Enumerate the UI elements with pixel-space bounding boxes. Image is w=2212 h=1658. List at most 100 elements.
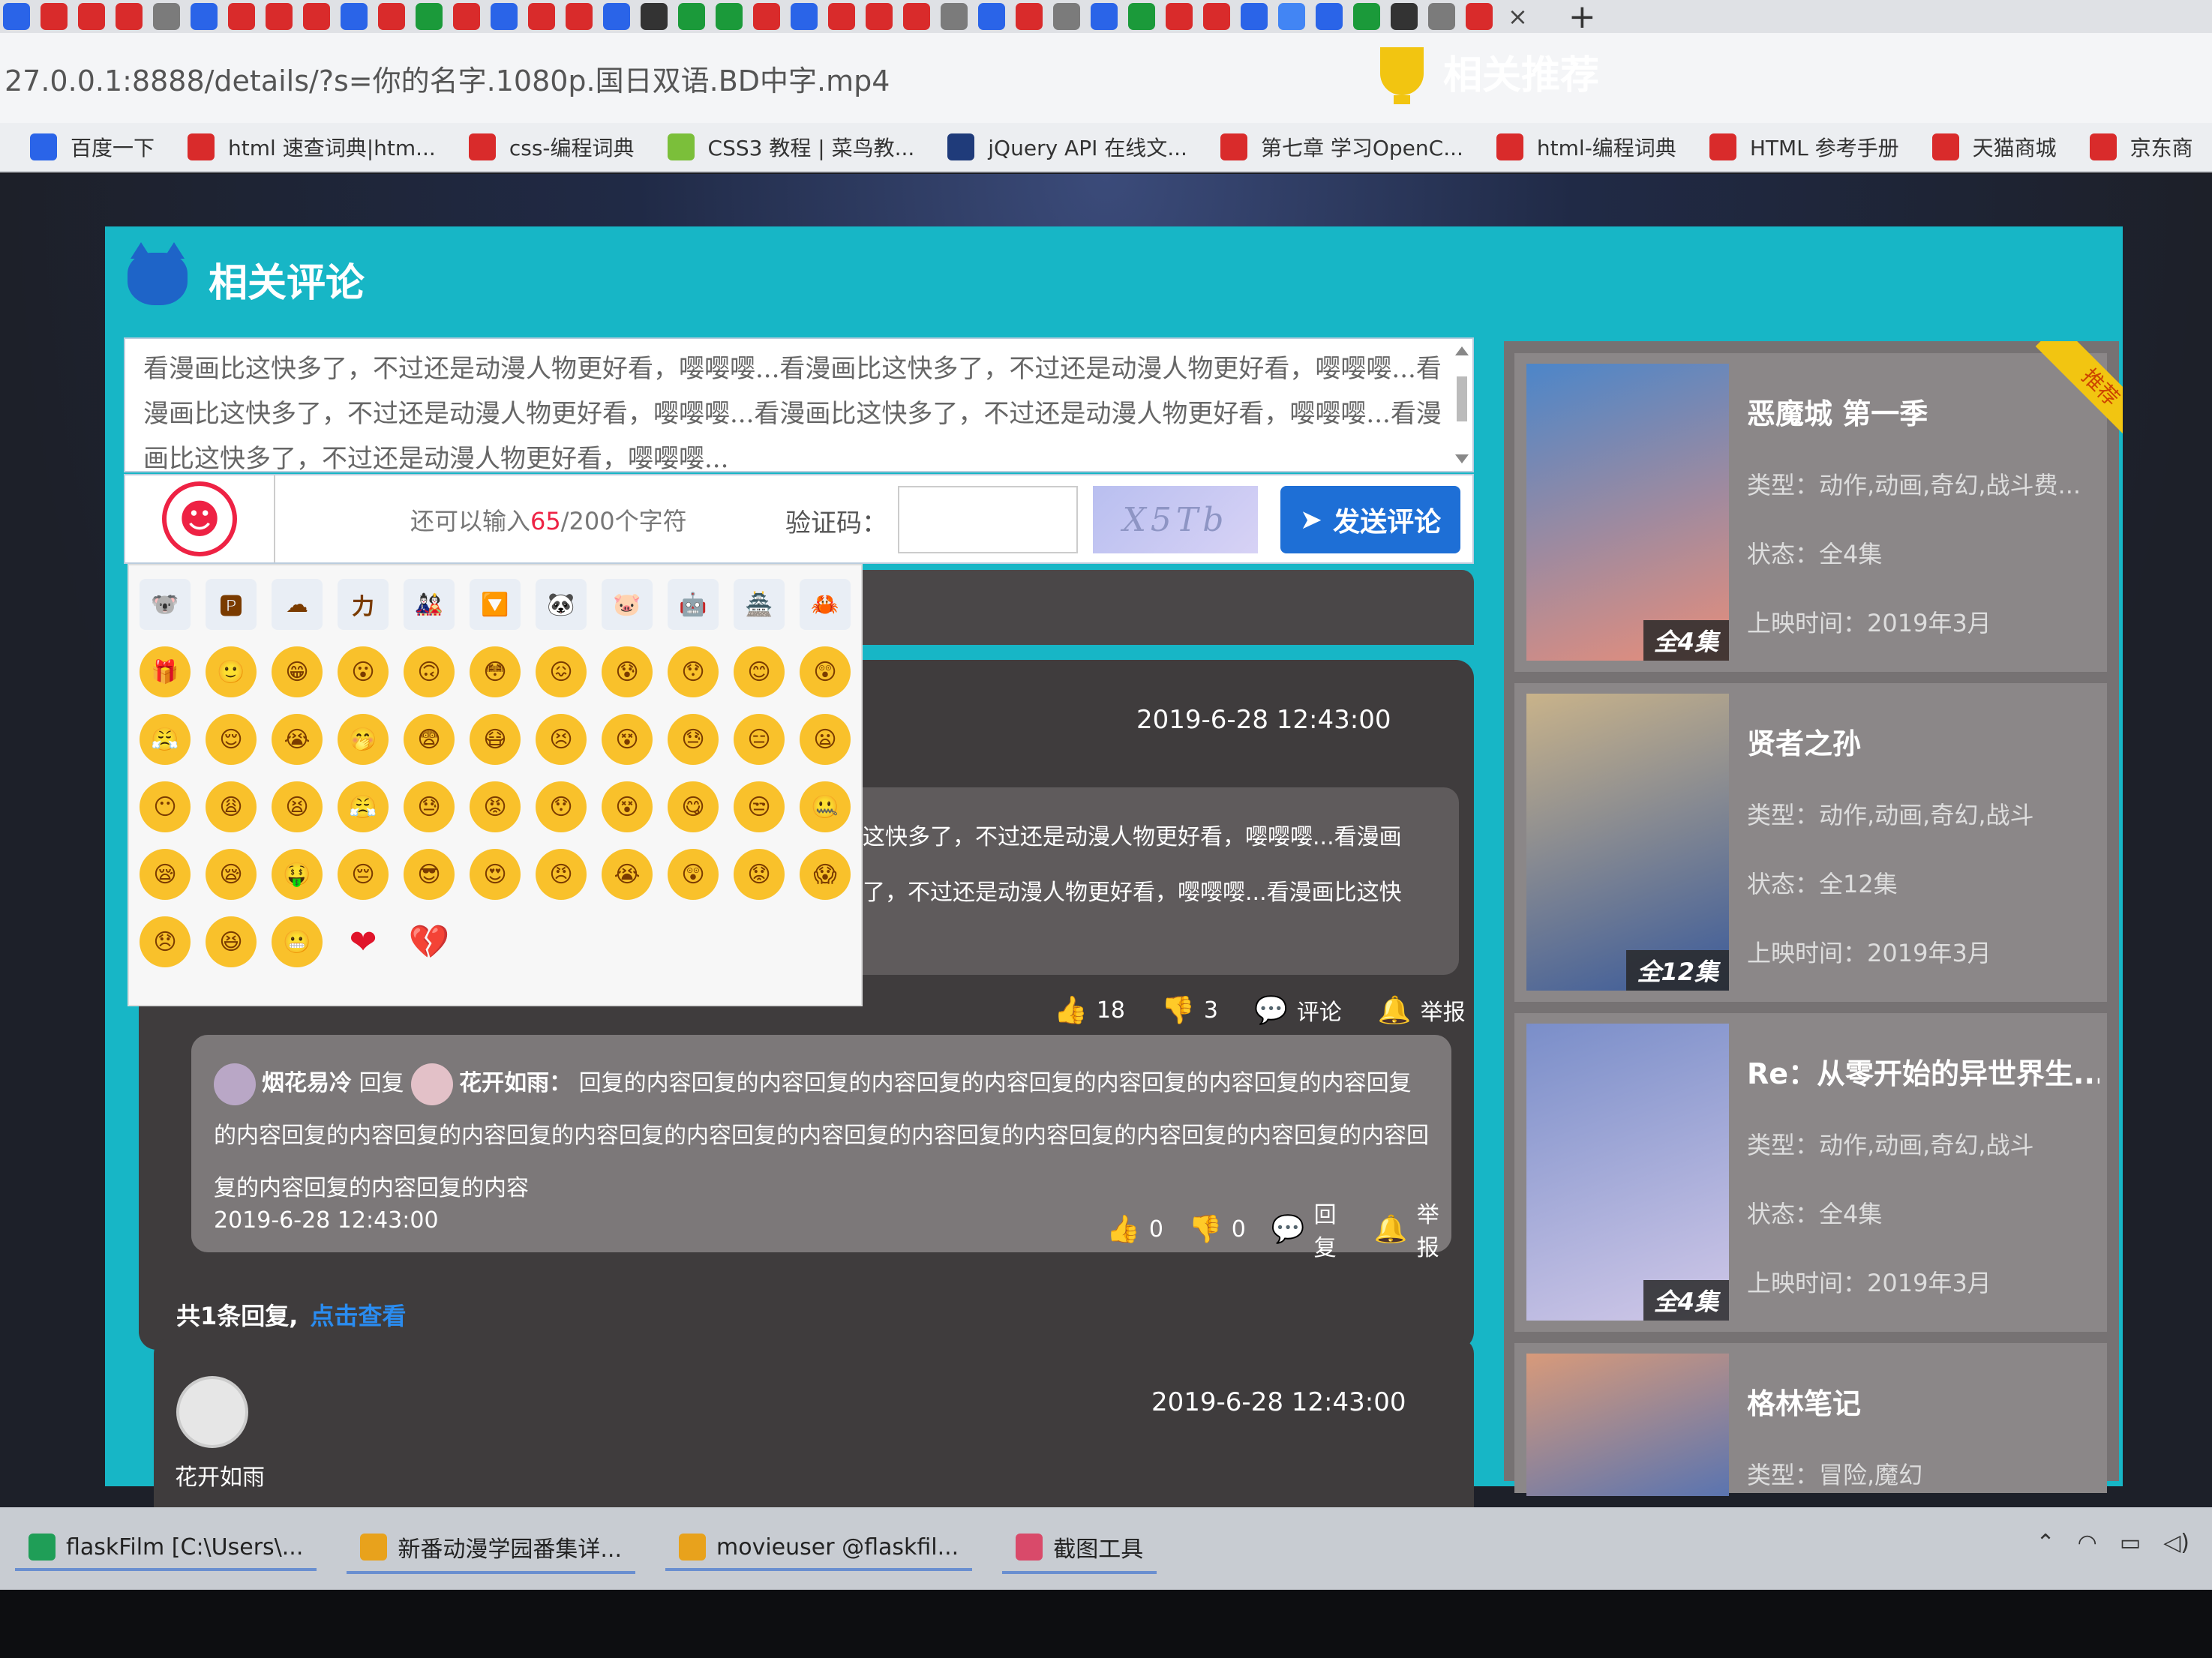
c-logo-tab-icon[interactable] <box>566 3 593 30</box>
bookmark-item[interactable]: 京东商 <box>2089 132 2193 162</box>
bookmark-item[interactable]: css-编程词典 <box>468 132 635 162</box>
scroll-down-icon[interactable] <box>1455 454 1469 463</box>
comment-button[interactable]: 💬 评论 <box>1254 994 1342 1027</box>
emoji-toggle-button[interactable]: ☻ <box>125 475 275 562</box>
tray-chevron-icon[interactable]: ⌃ <box>2036 1530 2055 1556</box>
bookmark-item[interactable]: CSS3 教程 | 菜鸟教... <box>667 132 914 162</box>
emoji-option[interactable]: 😪 <box>206 849 257 900</box>
comment-textarea-text[interactable]: 看漫画比这快多了，不过还是动漫人物更好看，嘤嘤嘤...看漫画比这快多了，不过还是… <box>143 346 1442 481</box>
bookmark-item[interactable]: jQuery API 在线文... <box>947 132 1187 162</box>
runoob-tab-icon[interactable] <box>1053 3 1080 30</box>
c-logo-tab-icon[interactable] <box>866 3 893 30</box>
url-text[interactable]: 27.0.0.1:8888/details/?s=你的名字.1080p.国日双语… <box>5 58 890 99</box>
bookmark-item[interactable]: 百度一下 <box>30 132 155 162</box>
captcha-image[interactable]: X5Tb <box>1093 486 1258 553</box>
emoji-option[interactable]: ❤ <box>338 916 389 967</box>
c-logo-tab-icon[interactable] <box>1016 3 1043 30</box>
emoji-option[interactable]: 😑 <box>734 714 785 765</box>
emoji-option[interactable]: 😓 <box>668 714 719 765</box>
emoji-option[interactable]: 🐼 <box>536 579 587 630</box>
c-logo-tab-icon[interactable] <box>828 3 855 30</box>
emoji-option[interactable]: 🙂 <box>206 646 257 697</box>
emoji-option[interactable]: ☁ <box>272 579 323 630</box>
d-logo-tab-icon[interactable] <box>1466 3 1493 30</box>
recommend-thumbnail[interactable]: 全4集 <box>1526 1024 1729 1321</box>
emoji-option[interactable]: 😷 <box>470 714 521 765</box>
c-logo-tab-icon[interactable] <box>528 3 555 30</box>
emoji-option[interactable]: 🎁 <box>140 646 191 697</box>
emoji-option[interactable]: 😤 <box>338 781 389 832</box>
taskbar-item[interactable]: 截图工具 <box>1002 1523 1157 1574</box>
captcha-input[interactable] <box>898 486 1078 553</box>
textarea-scrollbar[interactable] <box>1454 346 1469 463</box>
bookmark-item[interactable]: HTML 参考手册 <box>1709 132 1899 162</box>
c-logo-tab-icon[interactable] <box>1203 3 1230 30</box>
baidu-paw-tab-icon[interactable] <box>3 3 30 30</box>
emoji-option[interactable]: 😳 <box>470 646 521 697</box>
baidu-paw-tab-icon[interactable] <box>1091 3 1118 30</box>
emoji-option[interactable]: 🤐 <box>800 781 851 832</box>
battery-icon[interactable]: ▭ <box>2120 1530 2141 1556</box>
address-bar[interactable]: 27.0.0.1:8888/details/?s=你的名字.1080p.国日双语… <box>0 33 2212 123</box>
recommend-item[interactable]: 全4集 Re：从零开始的异世界生... 类型：动作,动画,奇幻,战斗 状态：全4集 上映… <box>1514 1013 2107 1332</box>
bookmark-item[interactable]: 第七章 学习OpenC... <box>1220 132 1463 162</box>
comment-user[interactable]: 花开如雨 <box>175 1459 265 1492</box>
emoji-option[interactable]: 😭 <box>602 849 653 900</box>
baidu-paw-tab-icon[interactable] <box>1316 3 1343 30</box>
recommend-item[interactable]: 全12集 贤者之孙 类型：动作,动画,奇幻,战斗 状态：全12集 上映时间：2019年3… <box>1514 683 2107 1002</box>
view-replies-link[interactable]: 点击查看 <box>310 1302 406 1330</box>
emoji-option[interactable]: 😆 <box>206 916 257 967</box>
emoji-option[interactable]: 😔 <box>338 849 389 900</box>
bookmark-item[interactable]: 天猫商城 <box>1931 132 2057 162</box>
emoji-option[interactable]: 😊 <box>734 646 785 697</box>
c-logo-tab-icon[interactable] <box>378 3 405 30</box>
emoji-option[interactable]: 😬 <box>272 916 323 967</box>
c-logo-tab-icon[interactable] <box>903 3 930 30</box>
reply-dislike-button[interactable]: 👎 0 <box>1189 1213 1246 1245</box>
emoji-option[interactable]: 😡 <box>470 781 521 832</box>
close-tab-icon[interactable]: × <box>1508 2 1528 31</box>
baidu-paw-tab-icon[interactable] <box>1241 3 1268 30</box>
emoji-option[interactable]: 😒 <box>734 781 785 832</box>
github-tab-icon[interactable] <box>1391 3 1418 30</box>
dislike-button[interactable]: 👎 3 <box>1161 994 1218 1026</box>
emoji-option[interactable]: 😎 <box>404 849 455 900</box>
c-logo-tab-icon[interactable] <box>266 3 293 30</box>
recommend-thumbnail[interactable]: 全4集 <box>1526 364 1729 661</box>
emoji-option[interactable]: 😨 <box>404 714 455 765</box>
green-leaf-tab-icon[interactable] <box>1128 3 1155 30</box>
emoji-option[interactable]: 😣 <box>536 714 587 765</box>
emoji-option[interactable]: 🎎 <box>404 579 455 630</box>
c-logo-tab-icon[interactable] <box>303 3 330 30</box>
reply-like-button[interactable]: 👍 0 <box>1106 1213 1163 1245</box>
a-logo-tab-icon[interactable] <box>1353 3 1380 30</box>
baidu-paw-tab-icon[interactable] <box>341 3 368 30</box>
report-button[interactable]: 🔔 举报 <box>1378 994 1466 1027</box>
taskbar-item[interactable]: 新番动漫学园番集详... <box>347 1523 635 1574</box>
avatar[interactable] <box>176 1376 248 1448</box>
sf-tab-icon[interactable] <box>716 3 743 30</box>
recommend-thumbnail[interactable]: 全12集 <box>1526 694 1729 991</box>
emoji-option[interactable]: 😍 <box>470 849 521 900</box>
emoji-option[interactable]: 🙃 <box>404 646 455 697</box>
taskbar-item[interactable]: movieuser @flaskfil... <box>665 1526 973 1571</box>
emoji-option[interactable]: 😌 <box>206 714 257 765</box>
emoji-option[interactable]: 🐨 <box>140 579 191 630</box>
emoji-option[interactable]: 😤 <box>140 714 191 765</box>
emoji-option[interactable]: 😋 <box>668 781 719 832</box>
reply-to-name[interactable]: 花开如雨： <box>459 1070 572 1096</box>
reply-to-avatar[interactable] <box>411 1063 454 1105</box>
c-logo-tab-icon[interactable] <box>41 3 68 30</box>
emoji-option[interactable]: 😪 <box>140 849 191 900</box>
reply-reply-button[interactable]: 💬 回复 <box>1271 1196 1349 1262</box>
bookmark-item[interactable]: html-编程词典 <box>1496 132 1676 162</box>
new-tab-icon[interactable]: + <box>1568 0 1596 33</box>
recommend-title[interactable]: 格林笔记 <box>1747 1381 2099 1422</box>
wifi-icon[interactable]: ◠ <box>2078 1530 2097 1556</box>
emoji-option[interactable]: 🐷 <box>602 579 653 630</box>
emoji-option[interactable]: 🤖 <box>668 579 719 630</box>
c-logo-tab-icon[interactable] <box>78 3 105 30</box>
like-button[interactable]: 👍 18 <box>1054 994 1125 1026</box>
emoji-option[interactable]: 😱 <box>800 849 851 900</box>
baidu-paw-tab-icon[interactable] <box>791 3 818 30</box>
